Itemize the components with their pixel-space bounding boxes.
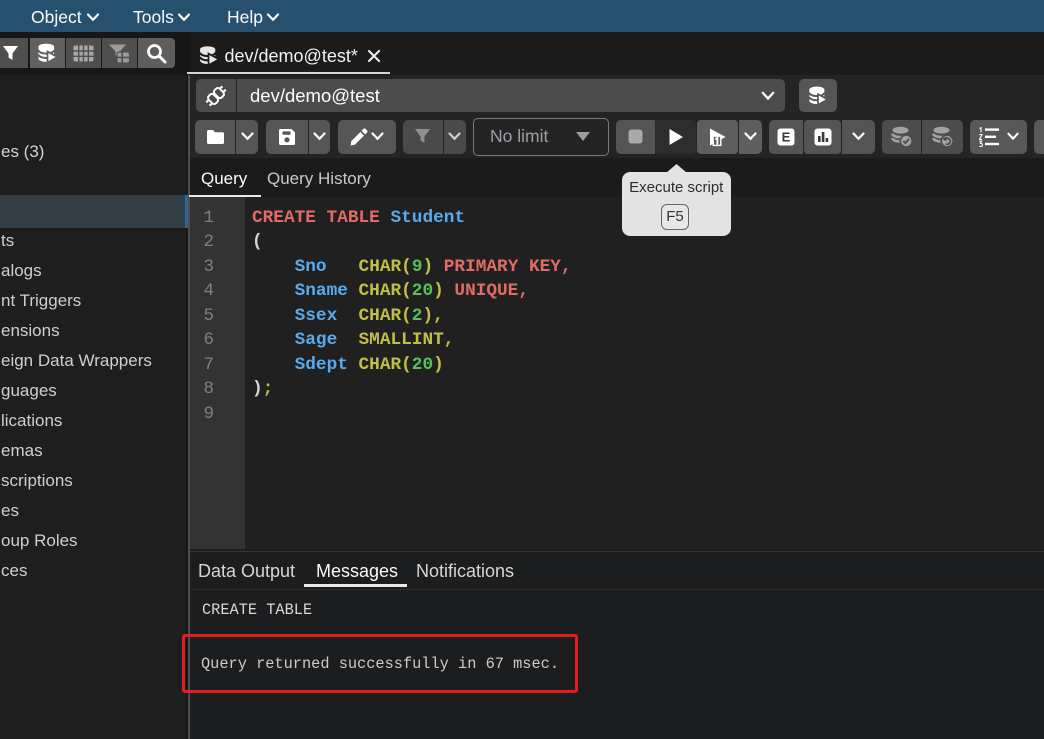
svg-text:E: E <box>782 129 791 144</box>
